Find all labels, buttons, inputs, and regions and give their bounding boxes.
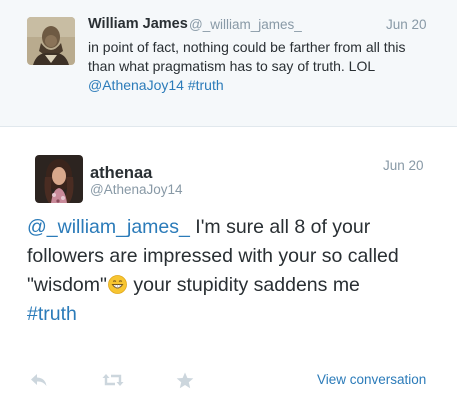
tweet-text-line: in point of fact, nothing could be farth… — [88, 39, 406, 55]
tweet-text-line: @AthenaJoy14 #truth — [88, 76, 438, 95]
reply-context-tweet[interactable]: William James @_william_james_ Jun 20 in… — [0, 0, 457, 127]
author-name[interactable]: athenaa — [90, 164, 152, 183]
mention-link[interactable]: @AthenaJoy14 — [88, 77, 184, 93]
tweet-text: in point of fact, nothing could be farth… — [88, 38, 438, 95]
mention-link[interactable]: @_william_james_ — [27, 216, 190, 238]
view-conversation-link[interactable]: View conversation — [317, 372, 426, 387]
tweet-text-line: followers are impressed with your so cal… — [27, 245, 399, 267]
william-james-avatar[interactable] — [27, 17, 75, 65]
star-icon[interactable] — [174, 370, 196, 390]
tweet-timestamp[interactable]: Jun 20 — [383, 158, 424, 173]
tweet-text: @_william_james_ I'm sure all 8 of your … — [27, 213, 447, 329]
tweet-timestamp[interactable]: Jun 20 — [386, 17, 427, 32]
tweet-text-segment: I'm sure all 8 of your — [189, 216, 371, 238]
author-name[interactable]: William James — [88, 16, 188, 32]
tweet-text-line: @_william_james_ I'm sure all 8 of your — [27, 213, 447, 242]
grinning-face-emoji-icon — [108, 274, 127, 294]
main-tweet: athenaa @AthenaJoy14 Jun 20 @_william_ja… — [0, 128, 457, 408]
hashtag-link[interactable]: #truth — [188, 77, 224, 93]
tweet-actions: View conversation — [0, 370, 457, 392]
retweet-icon[interactable] — [101, 370, 125, 390]
author-handle[interactable]: @_william_james_ — [189, 17, 302, 32]
reply-icon[interactable] — [28, 370, 50, 390]
author-handle[interactable]: @AthenaJoy14 — [90, 182, 183, 197]
tweet-text-line: #truth — [27, 300, 447, 329]
athenaa-avatar[interactable] — [35, 155, 83, 203]
tweet-text-line: "wisdom" your stupidity saddens me — [27, 271, 447, 300]
tweet-text-segment: "wisdom" — [27, 274, 107, 296]
tweet-text-line: than what pragmatism has to say of truth… — [88, 58, 376, 74]
hashtag-link[interactable]: #truth — [27, 303, 77, 325]
tweet-text-segment: your stupidity saddens me — [127, 274, 360, 296]
